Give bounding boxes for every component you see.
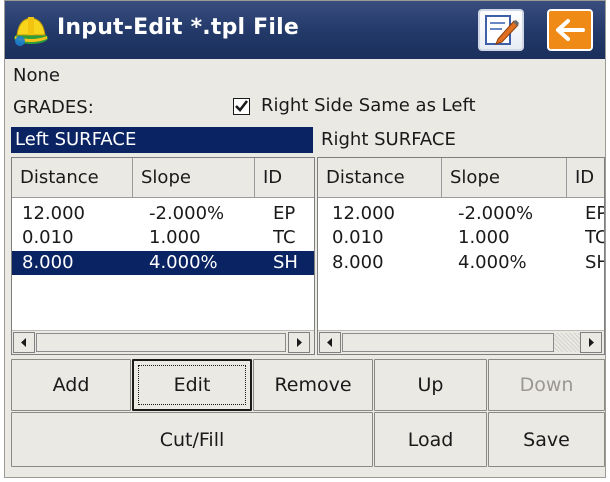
column-header-slope[interactable]: Slope — [133, 158, 255, 198]
scroll-left-button[interactable] — [13, 332, 35, 353]
id-cell: EP — [273, 203, 296, 224]
distance-cell: 8.000 — [22, 252, 74, 273]
scroll-left-icon — [327, 338, 332, 347]
column-header-id[interactable]: ID — [255, 158, 314, 198]
distance-cell: 0.010 — [22, 227, 74, 248]
cut-fill-button[interactable]: Cut/Fill — [11, 412, 373, 467]
scroll-right-button[interactable] — [288, 332, 310, 353]
slope-cell: 1.000 — [458, 227, 510, 248]
grades-label: GRADES: — [13, 97, 94, 118]
left-surface-heading: Left SURFACE — [11, 127, 313, 153]
up-button-label: Up — [417, 374, 444, 396]
edit-note-icon — [485, 15, 519, 45]
edit-button[interactable]: Edit — [132, 359, 252, 411]
remove-button-label: Remove — [274, 374, 352, 396]
title-bar: Input-Edit *.tpl File — [5, 1, 605, 59]
right-surface-heading: Right SURFACE — [321, 129, 456, 150]
template-name-label: None — [13, 65, 60, 86]
up-button[interactable]: Up — [374, 359, 487, 411]
load-button-label: Load — [407, 428, 454, 451]
left-surface-table: Distance Slope ID 12.000 -2.000% EP 0.01… — [11, 157, 315, 355]
scroll-thumb[interactable] — [342, 333, 554, 352]
column-header-id[interactable]: ID — [567, 158, 604, 198]
remove-button[interactable]: Remove — [253, 359, 373, 411]
same-as-left-label: Right Side Same as Left — [261, 95, 476, 116]
add-button[interactable]: Add — [11, 359, 131, 411]
distance-cell: 12.000 — [332, 203, 395, 224]
scroll-left-icon — [21, 338, 26, 347]
right-surface-table: Distance Slope ID 12.000 -2.000% EP 0.01… — [317, 157, 605, 355]
scroll-right-icon — [589, 338, 594, 347]
edit-note-button[interactable] — [478, 9, 524, 51]
table-row-selected[interactable]: 8.000 4.000% SH — [12, 251, 314, 275]
scroll-left-button[interactable] — [319, 332, 341, 353]
table-row[interactable]: 0.010 1.000 TC — [318, 226, 604, 250]
back-button[interactable] — [547, 9, 593, 51]
column-header-distance[interactable]: Distance — [12, 158, 133, 198]
table-row[interactable]: 12.000 -2.000% EP — [12, 202, 314, 226]
id-cell: SH — [585, 252, 604, 273]
edit-button-label: Edit — [173, 374, 211, 396]
column-header-slope[interactable]: Slope — [442, 158, 567, 198]
add-button-label: Add — [52, 374, 90, 396]
horizontal-scrollbar[interactable] — [12, 330, 314, 354]
table-row[interactable]: 8.000 4.000% SH — [318, 251, 604, 275]
back-arrow-icon — [556, 19, 585, 41]
table-row[interactable]: 12.000 -2.000% EP — [318, 202, 604, 226]
distance-cell: 0.010 — [332, 227, 384, 248]
column-header-distance[interactable]: Distance — [318, 158, 442, 198]
id-cell: SH — [273, 252, 298, 273]
save-button-label: Save — [523, 428, 570, 451]
checkmark-icon — [235, 100, 249, 112]
slope-cell: 1.000 — [149, 227, 201, 248]
slope-cell: -2.000% — [149, 203, 225, 224]
scroll-thumb[interactable] — [36, 333, 286, 352]
input-edit-window: Input-Edit *.tpl File None GRADES: Right… — [4, 0, 606, 478]
distance-cell: 8.000 — [332, 252, 384, 273]
scroll-track[interactable] — [554, 333, 580, 352]
id-cell: TC — [585, 227, 604, 248]
cut-fill-button-label: Cut/Fill — [159, 428, 225, 451]
load-button[interactable]: Load — [374, 412, 487, 467]
slope-cell: 4.000% — [458, 252, 527, 273]
id-cell: EP — [585, 203, 604, 224]
slope-cell: -2.000% — [458, 203, 534, 224]
hardhat-app-icon — [14, 17, 48, 46]
horizontal-scrollbar[interactable] — [318, 330, 604, 354]
down-button-label: Down — [519, 374, 574, 396]
down-button[interactable]: Down — [488, 359, 605, 411]
scroll-right-button[interactable] — [580, 332, 602, 353]
slope-cell: 4.000% — [149, 252, 218, 273]
scroll-right-icon — [297, 338, 302, 347]
distance-cell: 12.000 — [22, 203, 85, 224]
window-title: Input-Edit *.tpl File — [57, 15, 299, 40]
id-cell: TC — [273, 227, 296, 248]
table-row[interactable]: 0.010 1.000 TC — [12, 226, 314, 250]
checkbox-box[interactable] — [233, 98, 250, 115]
save-button[interactable]: Save — [488, 412, 605, 467]
